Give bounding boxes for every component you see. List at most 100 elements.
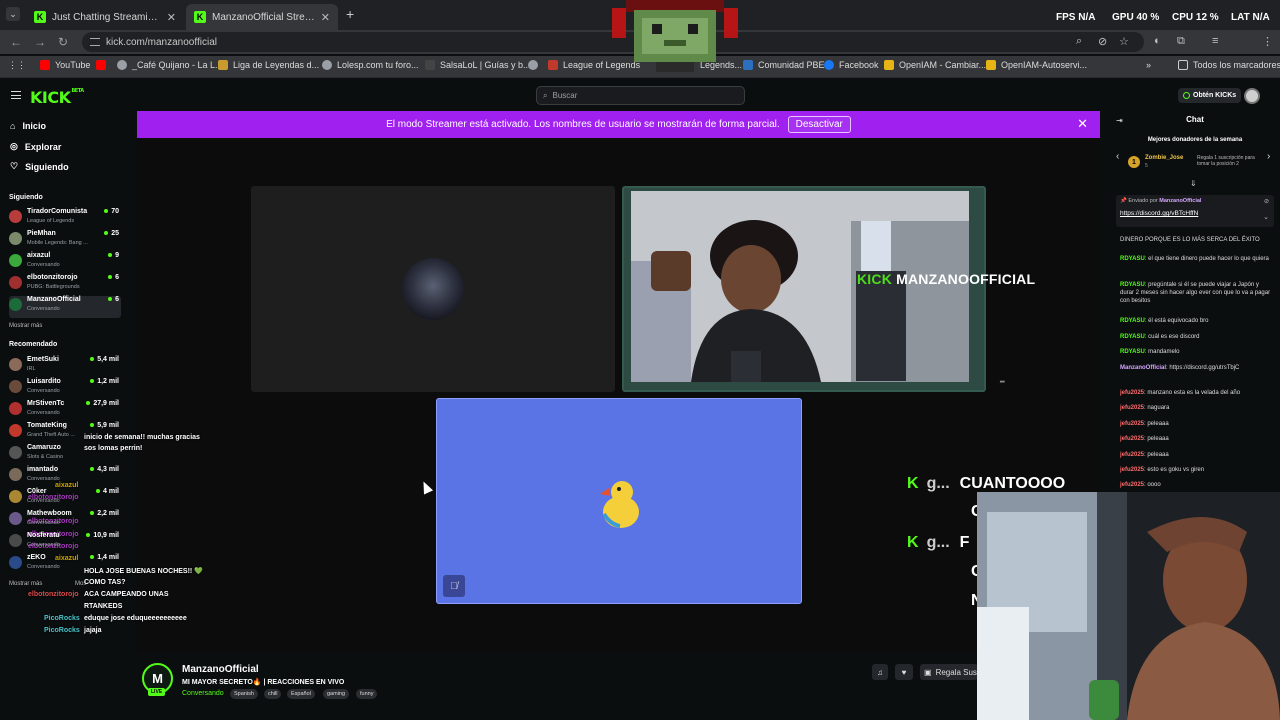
avatar-letter: M	[152, 671, 163, 686]
stream-tag[interactable]: gaming	[323, 689, 350, 699]
sidebar-channel[interactable]: C0ker Conversando 4 mil	[9, 488, 121, 510]
channel-name[interactable]: ManzanoOfficial	[182, 664, 259, 675]
globe-icon	[117, 60, 127, 70]
kick-logo[interactable]: KICKBETA	[30, 88, 84, 107]
extension-icon[interactable]: ◐	[1154, 35, 1161, 47]
bookmark-item[interactable]: SalsaLoL | Guías y b...	[425, 60, 531, 70]
donor-gift-cta[interactable]: Regala 1 suscripción para tomar la posic…	[1197, 155, 1267, 167]
disable-streamer-mode-button[interactable]: Desactivar	[787, 116, 851, 133]
chat-username[interactable]: jefu2025	[1120, 390, 1144, 396]
chevron-right-icon[interactable]: ›	[1267, 151, 1270, 162]
puzzle-icon[interactable]: ⧉	[1177, 35, 1185, 48]
bookmark-item[interactable]: YouTube	[40, 60, 90, 70]
bookmarks-overflow-icon[interactable]: »	[1146, 60, 1151, 70]
gift-subs-button[interactable]: ▣ Regala Sus	[920, 664, 978, 680]
bookmark-item[interactable]: Lolesp.com tu foro...	[322, 60, 419, 70]
menu-icon[interactable]	[11, 91, 21, 99]
stream-tag[interactable]: funny	[356, 689, 378, 699]
kebab-menu-icon[interactable]: ⋮	[1262, 35, 1273, 48]
bookmark-item[interactable]: _Café Quijano - La L...	[117, 60, 223, 70]
kick-icon: K	[907, 534, 919, 551]
sidebar-channel[interactable]: Mathewboom Conversando 2,2 mil	[9, 510, 121, 532]
site-info-icon[interactable]	[90, 38, 100, 46]
chat-username[interactable]: ManzanoOfficial	[1120, 365, 1166, 371]
stream-tag[interactable]: Spanish	[230, 689, 258, 699]
bookmark-item[interactable]: Comunidad PBE	[743, 60, 825, 70]
sidebar-channel[interactable]: MrStivenTc Conversando 27,9 mil	[9, 400, 121, 422]
tile-menu-icon[interactable]: ▂	[1000, 376, 1005, 383]
unpin-icon[interactable]: ⊘	[1264, 198, 1269, 205]
chat-username[interactable]: jefu2025	[1120, 436, 1144, 442]
chat-username[interactable]: RDYASU	[1120, 318, 1145, 324]
bookmark-item[interactable]: OpenIAM - Cambiar...	[884, 60, 986, 70]
zoom-icon[interactable]: ⌕	[1076, 35, 1082, 48]
chat-username[interactable]: RDYASU	[1120, 349, 1145, 355]
stream-category[interactable]: Conversando	[182, 690, 224, 697]
sidebar-channel[interactable]: EmetSuki IRL 5,4 mil	[9, 356, 121, 378]
overlay-chat-message: RTANKEDS	[84, 603, 123, 610]
reload-icon[interactable]: ↻	[58, 35, 68, 49]
live-badge: LIVE	[148, 688, 166, 696]
bookmark-item[interactable]	[96, 60, 111, 70]
chevron-down-icon[interactable]: ⇓	[1190, 179, 1197, 188]
forward-icon[interactable]: →	[34, 35, 46, 49]
chat-username[interactable]: jefu2025	[1120, 405, 1144, 411]
show-more-recommended[interactable]: Mostrar más	[9, 581, 42, 587]
search-input[interactable]: ⌕ Buscar	[536, 86, 745, 105]
chat-message: jefu2025: peleaaa	[1120, 451, 1272, 459]
sidebar-channel[interactable]: imantado Conversando 4,3 mil	[9, 466, 121, 488]
pinned-message[interactable]: 📌 Enviado por ManzanoOfficial https://di…	[1116, 195, 1274, 227]
bookmark-item[interactable]: Liga de Leyendas d...	[218, 60, 319, 70]
eye-off-icon[interactable]: ⊘	[1098, 35, 1107, 48]
notification-bell-button[interactable]: ♫	[872, 664, 888, 680]
chat-username[interactable]: jefu2025	[1120, 467, 1144, 473]
pinned-link[interactable]: https://discord.gg/vBTcHffN	[1120, 210, 1198, 217]
apps-icon[interactable]: ⋮⋮	[8, 60, 26, 71]
close-icon[interactable]: ✕	[1077, 116, 1088, 132]
sidebar-channel[interactable]: PieMhan Mobile Legends: Bang ... 25	[9, 230, 121, 252]
all-bookmarks[interactable]: Todos los marcadores	[1178, 60, 1280, 70]
sidebar-channel[interactable]: TiradorComunista League of Legends 70	[9, 208, 121, 230]
gpu-label: GPU	[1112, 12, 1134, 23]
chat-username[interactable]: jefu2025	[1120, 452, 1144, 458]
close-tab-icon[interactable]: ✕	[321, 11, 330, 24]
follow-button[interactable]: ♥	[895, 664, 913, 680]
tab-search-button[interactable]: ⌄	[6, 7, 20, 21]
sidebar-channel[interactable]: Nosferatu Conversando 10,9 mil	[9, 532, 121, 554]
sidebar-channel[interactable]: aixazul Conversando 9	[9, 252, 121, 274]
bookmark-item[interactable]: OpenIAM-Autoservi...	[986, 60, 1087, 70]
sidebar-channel[interactable]: ManzanoOfficial Conversando 6	[9, 296, 121, 318]
get-kicks-button[interactable]: Obtén KICKs	[1178, 88, 1242, 103]
user-avatar[interactable]	[1244, 88, 1260, 104]
expand-icon[interactable]: ⌄	[1263, 213, 1269, 221]
sidebar-channel[interactable]: TomateKing Grand Theft Auto ... 5,9 mil	[9, 422, 121, 444]
back-icon[interactable]: ←	[10, 35, 22, 49]
nav-following[interactable]: ♡ Siguiendo	[10, 161, 69, 172]
chat-username[interactable]: RDYASU	[1120, 256, 1145, 262]
pinned-by-label: Enviado por	[1128, 198, 1158, 204]
browser-tab[interactable]: K Just Chatting Streaming - Live S ✕	[26, 4, 184, 30]
sidebar-channel[interactable]: Luisardito Conversando 1,2 mil	[9, 378, 121, 400]
new-tab-button[interactable]: +	[346, 6, 354, 22]
stream-tag[interactable]: chill	[264, 689, 282, 699]
chat-username[interactable]: RDYASU	[1120, 334, 1145, 340]
show-more-following[interactable]: Mostrar más	[9, 323, 42, 329]
bookmark-item[interactable]: Facebook	[824, 60, 879, 70]
star-icon[interactable]: ☆	[1119, 35, 1129, 48]
sidebar-channel[interactable]: zEKO Conversando 1,4 mil	[9, 554, 121, 576]
sidebar-channel[interactable]: Camaruzo Slots & Casino	[9, 444, 121, 466]
browser-tab-active[interactable]: K ManzanoOfficial Stream - Watc ✕	[186, 4, 338, 30]
chevron-left-icon[interactable]: ‹	[1116, 151, 1119, 162]
nav-home[interactable]: ⌂ Inicio	[10, 121, 46, 131]
close-tab-icon[interactable]: ✕	[167, 11, 176, 24]
nav-explore[interactable]: ◎ Explorar	[10, 141, 61, 152]
stream-tag[interactable]: Español	[287, 689, 315, 699]
media-icon[interactable]: ≡	[1212, 35, 1218, 47]
top-donor[interactable]: 1 Zombie_Jose 5 Regala 1 suscripción par…	[1128, 153, 1263, 173]
chat-message: ManzanoOfficial: https://discord.gg/utrs…	[1120, 364, 1272, 372]
sidebar-channel[interactable]: elbotonzitorojo PUBG: Battlegrounds 6	[9, 274, 121, 296]
bookmark-item[interactable]	[528, 60, 543, 70]
chat-username[interactable]: RDYASU	[1120, 282, 1145, 288]
chat-username[interactable]: jefu2025	[1120, 421, 1144, 427]
chat-username[interactable]: jefu2025	[1120, 482, 1144, 488]
